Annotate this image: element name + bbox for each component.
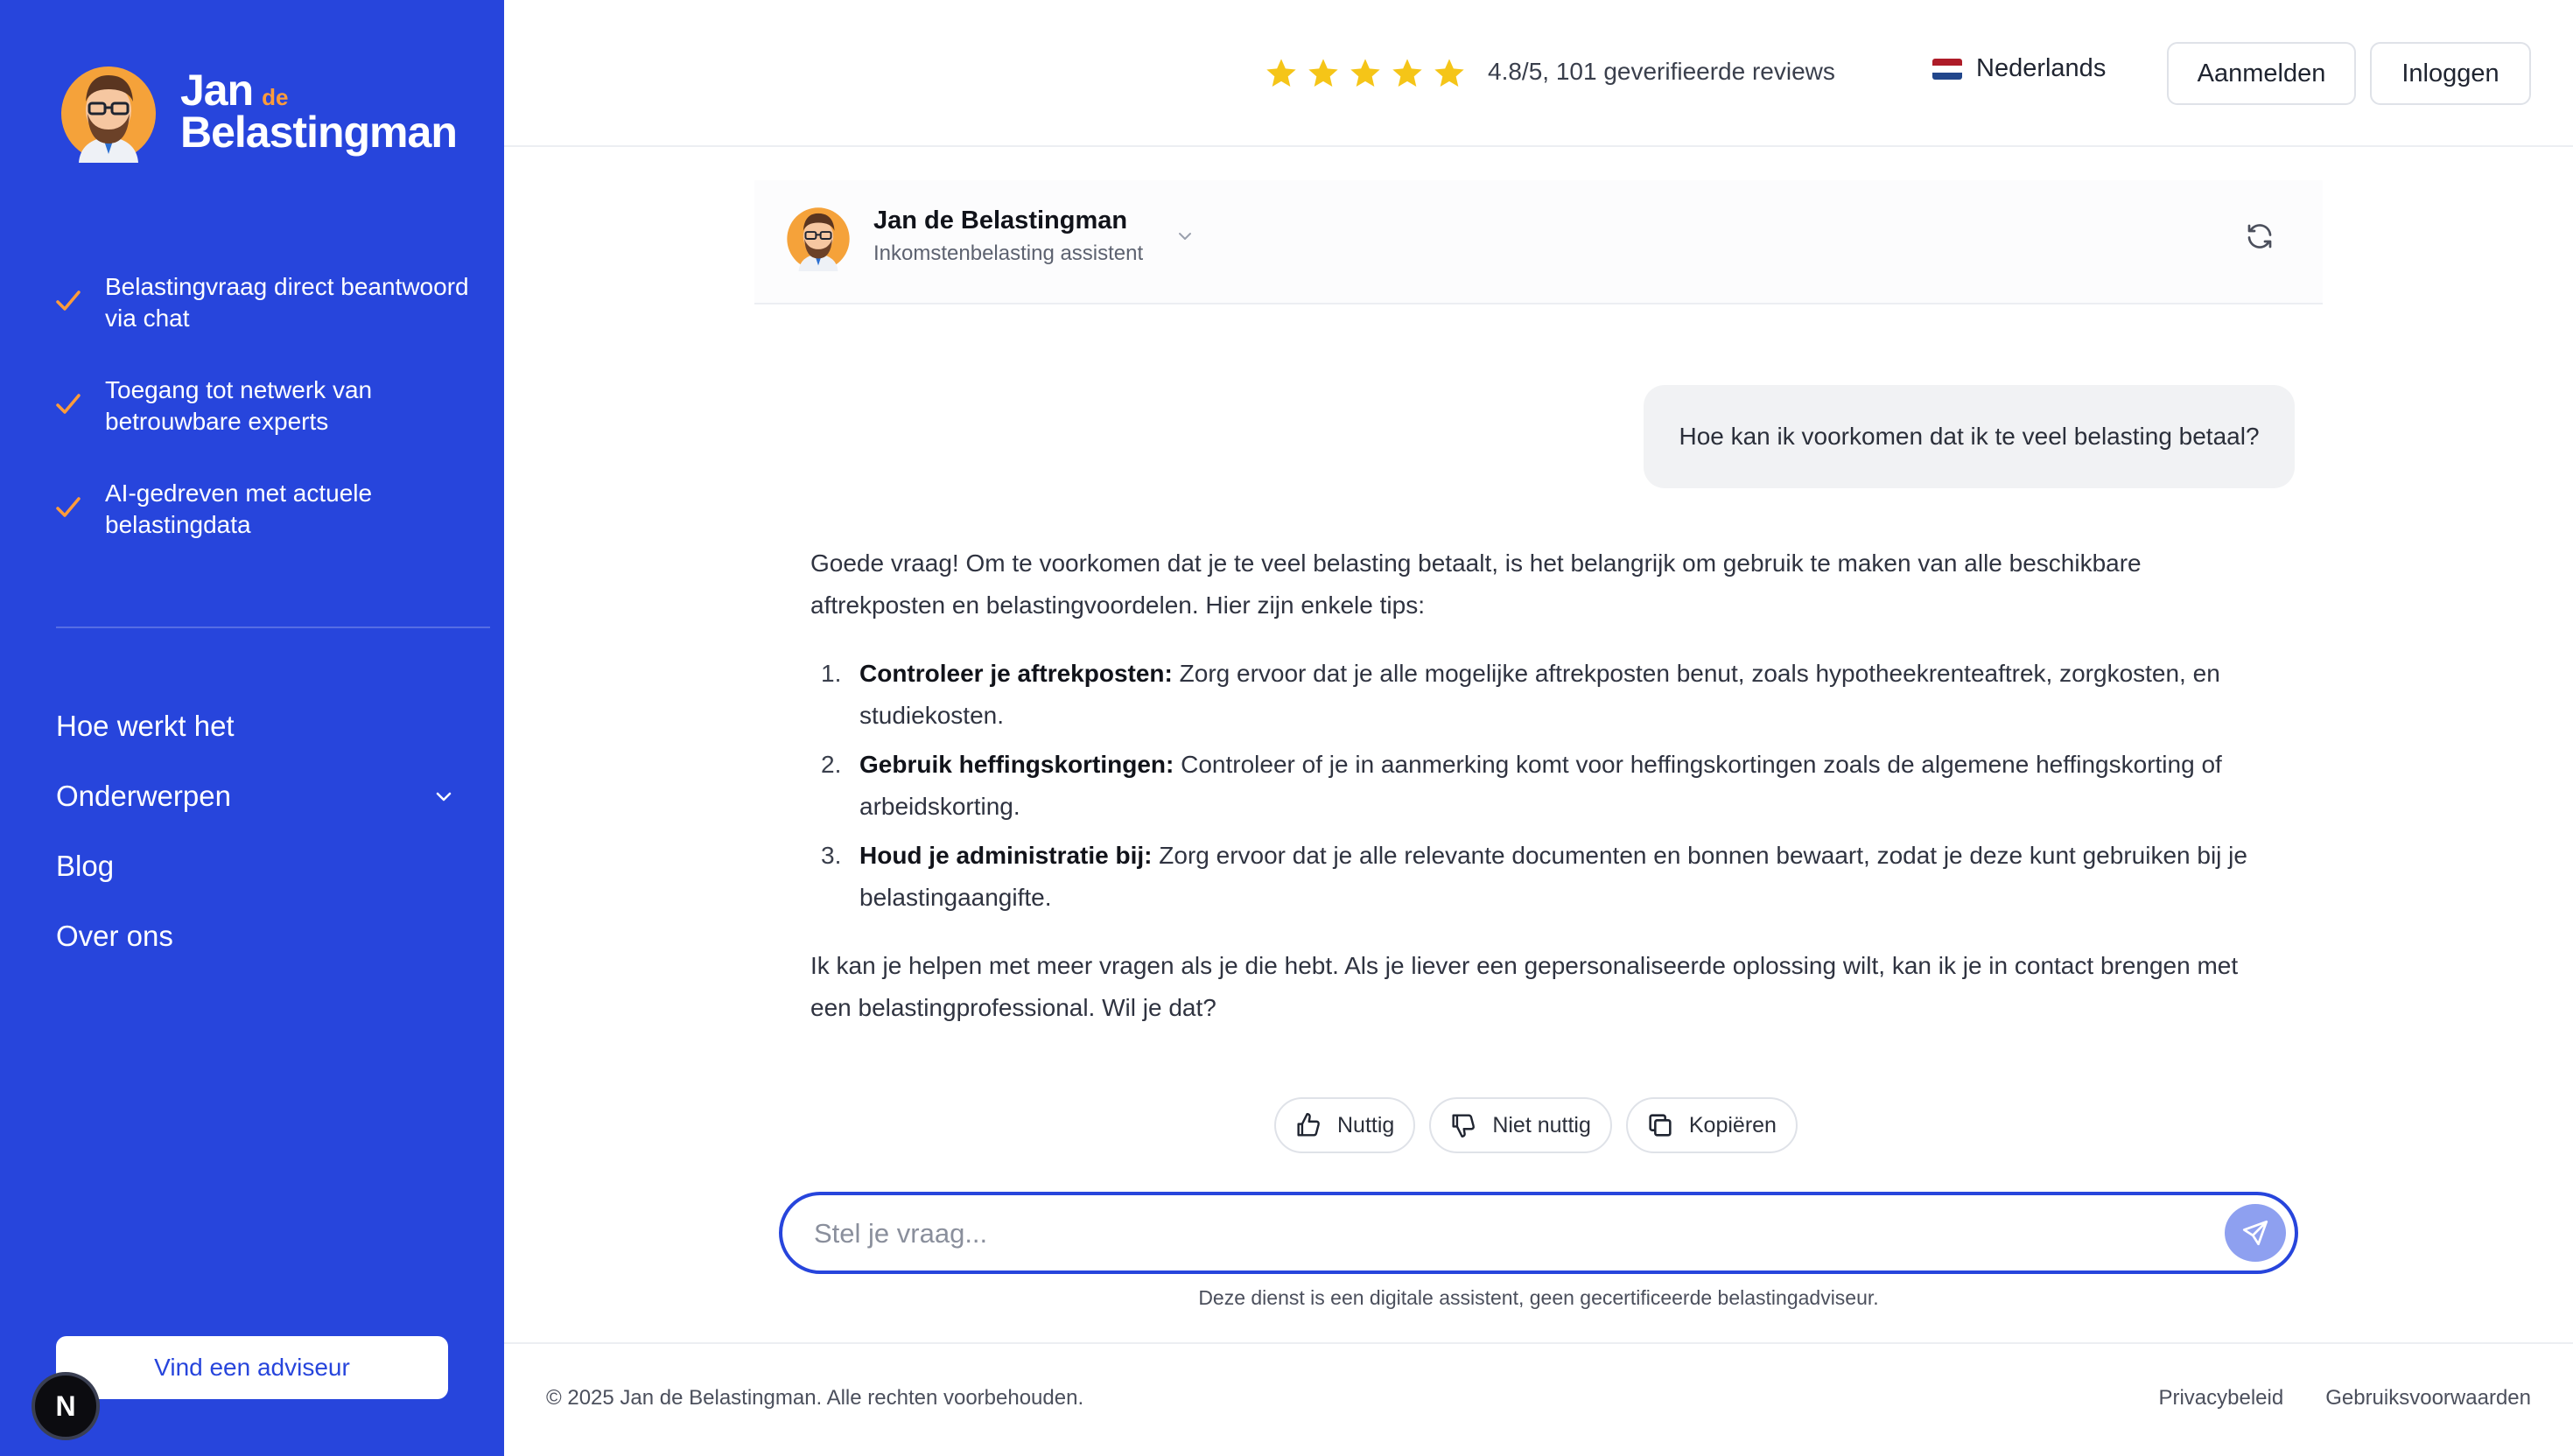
feature-text: Toegang tot netwerk van betrouwbare expe… [105, 376, 373, 435]
list-number: 1. [821, 660, 842, 687]
bot-answer: Goede vraag! Om te voorkomen dat je te v… [810, 542, 2267, 1055]
message-actions: Nuttig Niet nuttig Kopiëren [1274, 1097, 1812, 1153]
copy-button[interactable]: Kopiëren [1625, 1097, 1798, 1153]
thumbs-up-icon [1297, 1113, 1320, 1137]
copyright-text: © 2025 Jan de Belastingman. Alle rechten… [546, 1386, 1084, 1410]
feature-item: Belastingvraag direct beantwoord via cha… [54, 271, 474, 334]
not-useful-label: Niet nuttig [1492, 1112, 1591, 1138]
feature-item: AI-gedreven met actuele belastingdata [54, 478, 474, 541]
check-icon [56, 394, 81, 414]
feature-text: AI-gedreven met actuele belastingdata [105, 480, 373, 538]
star-icon [1266, 59, 1296, 87]
brand-logo[interactable]: Jan de Belastingman [60, 60, 458, 163]
bot-avatar-icon [787, 207, 850, 271]
useful-button[interactable]: Nuttig [1274, 1097, 1416, 1153]
nav-item-label: Over ons [56, 920, 173, 952]
top-bar: 4.8/5, 101 geverifieerde reviews Nederla… [504, 0, 2573, 147]
answer-intro: Goede vraag! Om te voorkomen dat je te v… [810, 550, 2142, 619]
list-number: 3. [821, 842, 842, 869]
nav-item-label: Blog [56, 850, 115, 882]
list-item: 3. Houd je administratie bij: Zorg ervoo… [810, 835, 2267, 919]
chevron-down-icon [436, 792, 452, 802]
star-icon [1350, 59, 1380, 87]
brand-name-de: de [262, 84, 289, 110]
bot-name: Jan de Belastingman [873, 206, 1128, 234]
tip-title: Controleer je aftrekposten: [859, 660, 1173, 687]
refresh-icon[interactable] [2244, 220, 2275, 252]
copy-icon [1649, 1114, 1672, 1137]
sidebar-nav: Hoe werkt het Onderwerpen Blog Over ons [56, 691, 452, 971]
feature-item: Toegang tot netwerk van betrouwbare expe… [54, 374, 474, 438]
footer-links: Privacybeleid Gebruiksvoorwaarden [2116, 1386, 2531, 1410]
footer: © 2025 Jan de Belastingman. Alle rechten… [504, 1342, 2573, 1456]
nav-item-label: Hoe werkt het [56, 710, 235, 742]
tip-title: Gebruik heffingskortingen: [859, 751, 1174, 778]
dutch-flag-icon [1932, 58, 1962, 80]
send-button[interactable] [2225, 1204, 2286, 1262]
brand-name-line2: Belastingman [180, 108, 458, 157]
check-icon [56, 497, 81, 517]
tips-list: 1. Controleer je aftrekposten: Zorg ervo… [810, 653, 2267, 919]
star-icon [1434, 59, 1464, 87]
useful-label: Nuttig [1337, 1112, 1395, 1138]
chat-input[interactable] [814, 1209, 2162, 1258]
language-label: Nederlands [1976, 54, 2107, 82]
brand-name-line1: Jan [180, 66, 254, 115]
feature-text: Belastingvraag direct beantwoord via cha… [105, 273, 469, 332]
chat-header: Jan de Belastingman Inkomstenbelasting a… [754, 180, 2323, 304]
assistant-select-chevron-icon[interactable] [1174, 226, 1195, 247]
not-useful-button[interactable]: Niet nuttig [1429, 1097, 1612, 1153]
sidebar: Jan de Belastingman Belastingvraag direc… [0, 0, 504, 1456]
chat-input-container [779, 1192, 2298, 1274]
bot-role: Inkomstenbelasting assistent [873, 242, 1144, 265]
terms-link[interactable]: Gebruiksvoorwaarden [2325, 1386, 2531, 1410]
rating-text: 4.8/5, 101 geverifieerde reviews [1488, 58, 1835, 85]
send-icon [2242, 1220, 2268, 1246]
copy-label: Kopiëren [1688, 1112, 1777, 1138]
privacy-link[interactable]: Privacybeleid [2158, 1386, 2283, 1410]
check-icon [56, 290, 81, 311]
list-number: 2. [821, 751, 842, 778]
login-button[interactable]: Inloggen [2370, 42, 2531, 105]
star-icon [1308, 59, 1338, 87]
user-message-bubble: Hoe kan ik voorkomen dat ik te veel bela… [1644, 385, 2295, 488]
rating-stars [1264, 56, 1474, 91]
brand-name: Jan de Belastingman [180, 66, 458, 157]
next-dev-badge[interactable]: N [32, 1372, 100, 1440]
signup-button[interactable]: Aanmelden [2167, 42, 2356, 105]
sidebar-divider [56, 626, 490, 628]
language-selector[interactable]: Nederlands [1932, 54, 2106, 83]
nav-item-onderwerpen[interactable]: Onderwerpen [56, 761, 452, 831]
nav-item-hoe-werkt-het[interactable]: Hoe werkt het [56, 691, 450, 761]
list-item: 2. Gebruik heffingskortingen: Controleer… [810, 744, 2267, 828]
tip-title: Houd je administratie bij: [859, 842, 1153, 869]
feature-list: Belastingvraag direct beantwoord via cha… [54, 271, 474, 581]
nav-item-label: Onderwerpen [56, 780, 231, 812]
find-advisor-button[interactable]: Vind een adviseur [56, 1336, 448, 1399]
mascot-avatar-icon [61, 66, 156, 163]
nav-item-over-ons[interactable]: Over ons [56, 901, 450, 971]
answer-outro: Ik kan je helpen met meer vragen als je … [810, 952, 2239, 1021]
nav-item-blog[interactable]: Blog [56, 831, 450, 901]
thumbs-down-icon [1452, 1114, 1476, 1138]
list-item: 1. Controleer je aftrekposten: Zorg ervo… [810, 653, 2267, 737]
disclaimer-text: Deze dienst is een digitale assistent, g… [1198, 1286, 1879, 1309]
app-root: Jan de Belastingman Belastingvraag direc… [0, 0, 2573, 1456]
star-icon [1392, 59, 1422, 87]
